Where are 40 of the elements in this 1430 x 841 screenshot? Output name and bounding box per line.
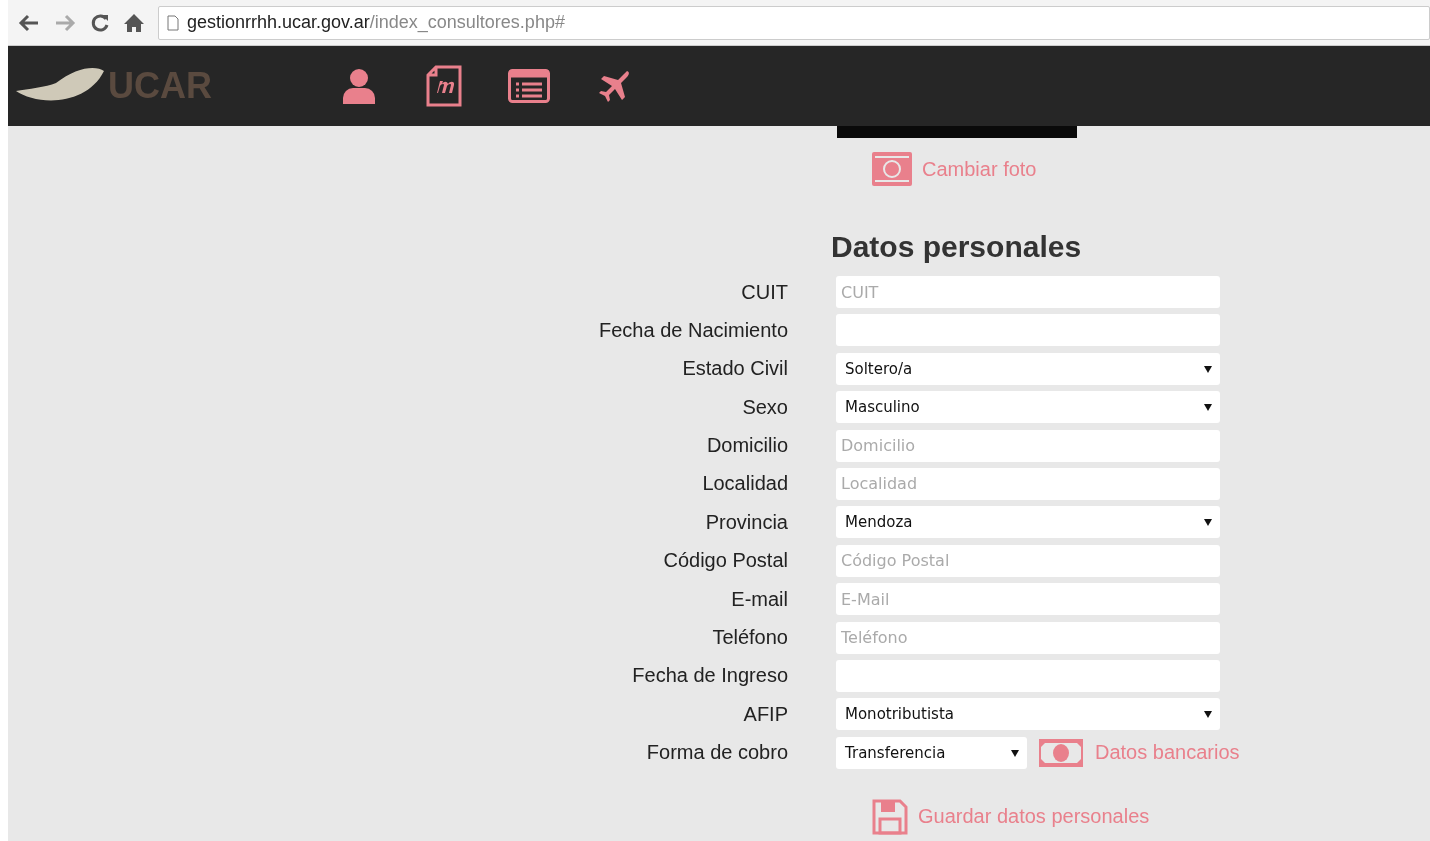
input-field[interactable]: Localidad (836, 467, 1220, 500)
section-title: Datos personales (831, 230, 1083, 264)
input-field[interactable]: Teléfono (836, 621, 1220, 654)
dropdown-caret-icon (1204, 518, 1212, 527)
select-field[interactable]: Masculino (836, 391, 1220, 424)
dropdown-caret-icon (1204, 403, 1212, 412)
camera-icon (872, 152, 912, 186)
field-label: Sexo (741, 395, 788, 419)
input-field[interactable]: Domicilio (836, 429, 1220, 462)
field-label: Provincia (704, 510, 788, 534)
select-field[interactable]: Transferencia (836, 736, 1027, 769)
field-label: CUIT (740, 280, 788, 304)
select-field[interactable]: Mendoza (836, 506, 1220, 539)
select-field[interactable]: Soltero/a (836, 352, 1220, 385)
field-label: Teléfono (711, 626, 788, 649)
field-label: Fecha de Ingreso (631, 664, 788, 688)
input-field[interactable]: CUIT (836, 276, 1220, 308)
select-field[interactable]: Monotributista (836, 698, 1220, 731)
field-label: Código Postal (662, 549, 788, 573)
input-field[interactable]: Código Postal (836, 544, 1220, 577)
save-icon (872, 798, 908, 835)
field-label: Domicilio (705, 434, 788, 458)
home-icon[interactable] (124, 12, 144, 33)
field-label: E-mail (730, 587, 788, 611)
input-field[interactable]: E-Mail (836, 583, 1220, 616)
dropdown-caret-icon (1204, 364, 1212, 373)
page-icon (167, 14, 179, 31)
field-label: Fecha de Nacimiento (598, 318, 788, 342)
banknote-icon (1039, 738, 1083, 767)
url-host: gestionrrhh.ucar.gov.ar (187, 12, 370, 32)
address-bar[interactable]: gestionrrhh.ucar.gov.ar/index_consultores.php# (158, 5, 1430, 40)
dropdown-caret-icon (1204, 710, 1212, 719)
reload-icon[interactable] (90, 12, 110, 33)
field-label: AFIP (742, 702, 788, 726)
field-label: Forma de cobro (645, 741, 788, 765)
dropdown-caret-icon (1011, 748, 1019, 757)
field-label: Estado Civil (681, 357, 788, 381)
back-icon[interactable] (18, 13, 40, 32)
field-label: Localidad (701, 472, 788, 496)
url-path: /index_consultores.php# (369, 12, 565, 33)
